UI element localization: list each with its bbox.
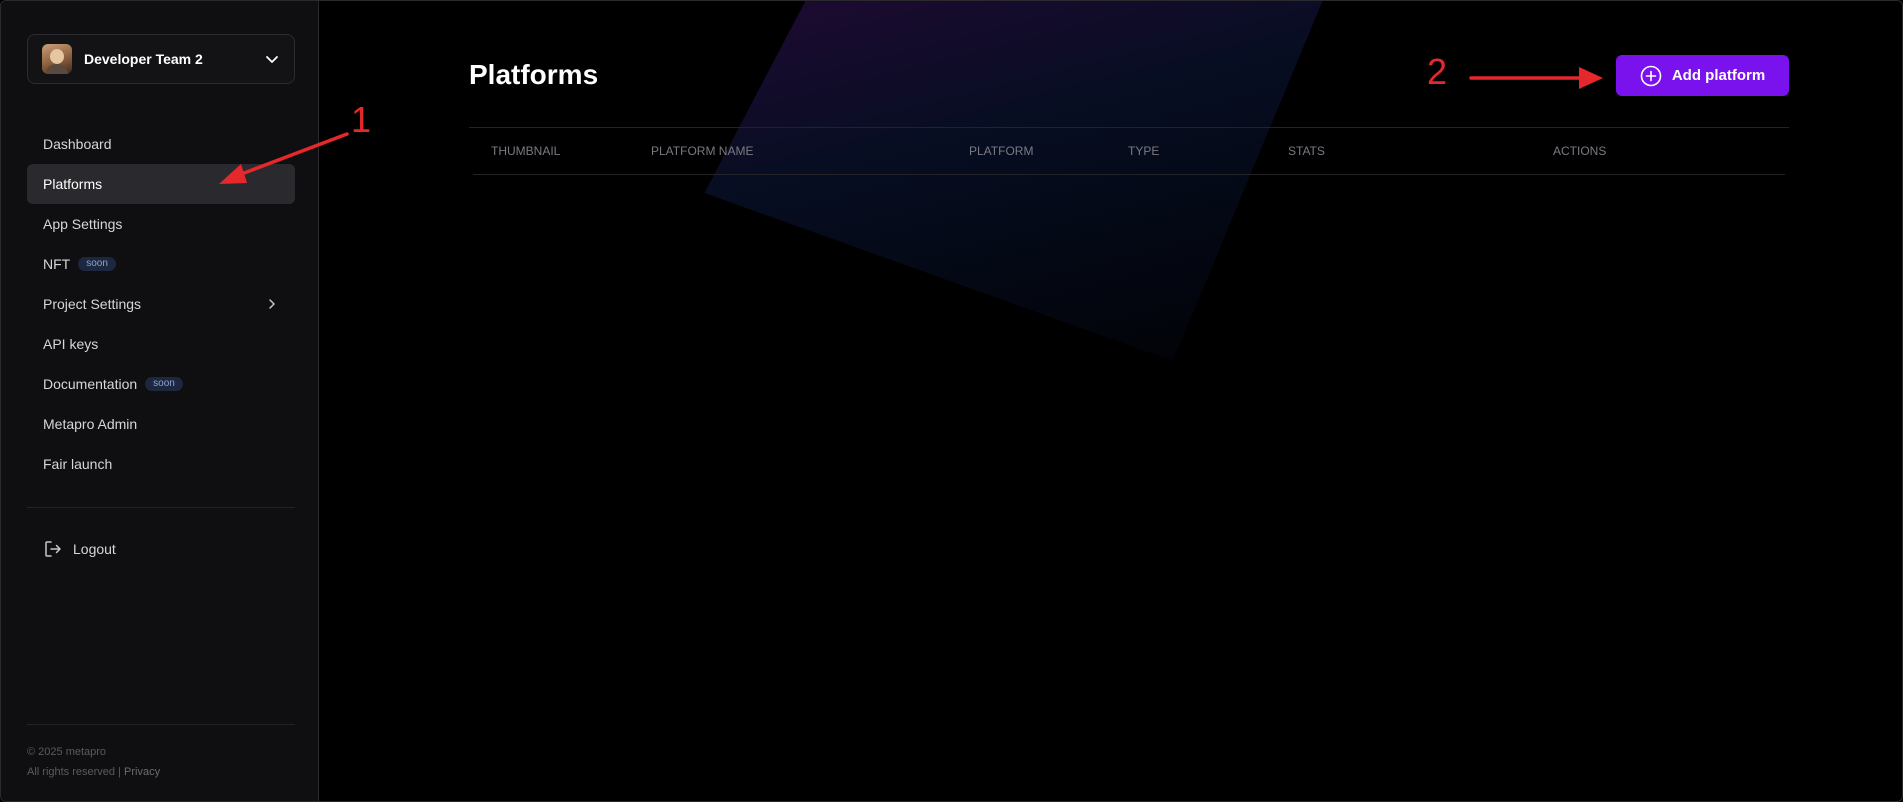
team-selector[interactable]: Developer Team 2 <box>27 34 295 84</box>
plus-circle-icon <box>1640 65 1662 86</box>
sidebar-item-fair-launch[interactable]: Fair launch <box>27 444 295 484</box>
team-name: Developer Team 2 <box>84 51 203 67</box>
sidebar-item-api-keys[interactable]: API keys <box>27 324 295 364</box>
rights-text: All rights reserved | <box>27 766 121 778</box>
column-header-platform: PLATFORM <box>969 144 1034 158</box>
column-header-platform-name: PLATFORM NAME <box>651 144 754 158</box>
copyright-text: © 2025 metapro <box>27 746 107 758</box>
logout-label: Logout <box>73 541 116 557</box>
footer-divider <box>27 724 295 725</box>
sidebar-item-app-settings[interactable]: App Settings <box>27 204 295 244</box>
logout-button[interactable]: Logout <box>27 529 295 569</box>
sidebar-divider <box>27 507 295 508</box>
sidebar-item-label: Documentation <box>43 376 138 392</box>
rights-line: All rights reserved | Privacy <box>27 762 160 782</box>
column-header-stats: STATS <box>1288 144 1325 158</box>
team-avatar <box>42 44 72 74</box>
annotation-arrow-2 <box>1469 67 1603 89</box>
sidebar-item-label: Platforms <box>43 176 103 192</box>
platforms-table-header: THUMBNAIL PLATFORM NAME PLATFORM TYPE ST… <box>473 128 1785 175</box>
sidebar-item-label: API keys <box>43 336 99 352</box>
column-header-type: TYPE <box>1128 144 1160 158</box>
privacy-link[interactable]: Privacy <box>124 766 160 778</box>
soon-badge: soon <box>145 377 183 391</box>
sidebar-item-documentation[interactable]: Documentation soon <box>27 364 295 404</box>
column-header-thumbnail: THUMBNAIL <box>491 144 561 158</box>
sidebar-item-label: Project Settings <box>43 296 142 312</box>
sidebar-item-platforms[interactable]: Platforms <box>27 164 295 204</box>
annotation-step-2: 2 <box>1427 51 1448 92</box>
chevron-right-icon <box>269 299 275 309</box>
sidebar-footer: © 2025 metapro All rights reserved | Pri… <box>27 742 160 782</box>
sidebar-item-metapro-admin[interactable]: Metapro Admin <box>27 404 295 444</box>
chevron-down-icon <box>266 56 278 63</box>
soon-badge: soon <box>78 257 116 271</box>
sidebar-item-project-settings[interactable]: Project Settings <box>27 284 295 324</box>
add-platform-button[interactable]: Add platform <box>1616 55 1789 96</box>
sidebar-item-nft[interactable]: NFT soon <box>27 244 295 284</box>
sidebar-item-label: NFT <box>43 256 71 272</box>
sidebar-item-label: App Settings <box>43 216 123 232</box>
sidebar-item-dashboard[interactable]: Dashboard <box>27 124 295 164</box>
logout-icon <box>45 541 61 557</box>
annotation-step-1: 1 <box>351 99 372 140</box>
app-window: Developer Team 2 Dashboard Platforms App… <box>0 0 1903 802</box>
page-title: Platforms <box>469 59 599 90</box>
background-glow <box>663 0 1348 361</box>
column-header-actions: ACTIONS <box>1553 144 1607 158</box>
sidebar: Developer Team 2 Dashboard Platforms App… <box>1 1 319 801</box>
sidebar-item-label: Fair launch <box>43 456 113 472</box>
sidebar-item-label: Dashboard <box>43 136 112 152</box>
sidebar-item-label: Metapro Admin <box>43 416 138 432</box>
sidebar-nav: Dashboard Platforms App Settings NFT soo… <box>27 124 295 484</box>
add-platform-label: Add platform <box>1671 67 1766 84</box>
